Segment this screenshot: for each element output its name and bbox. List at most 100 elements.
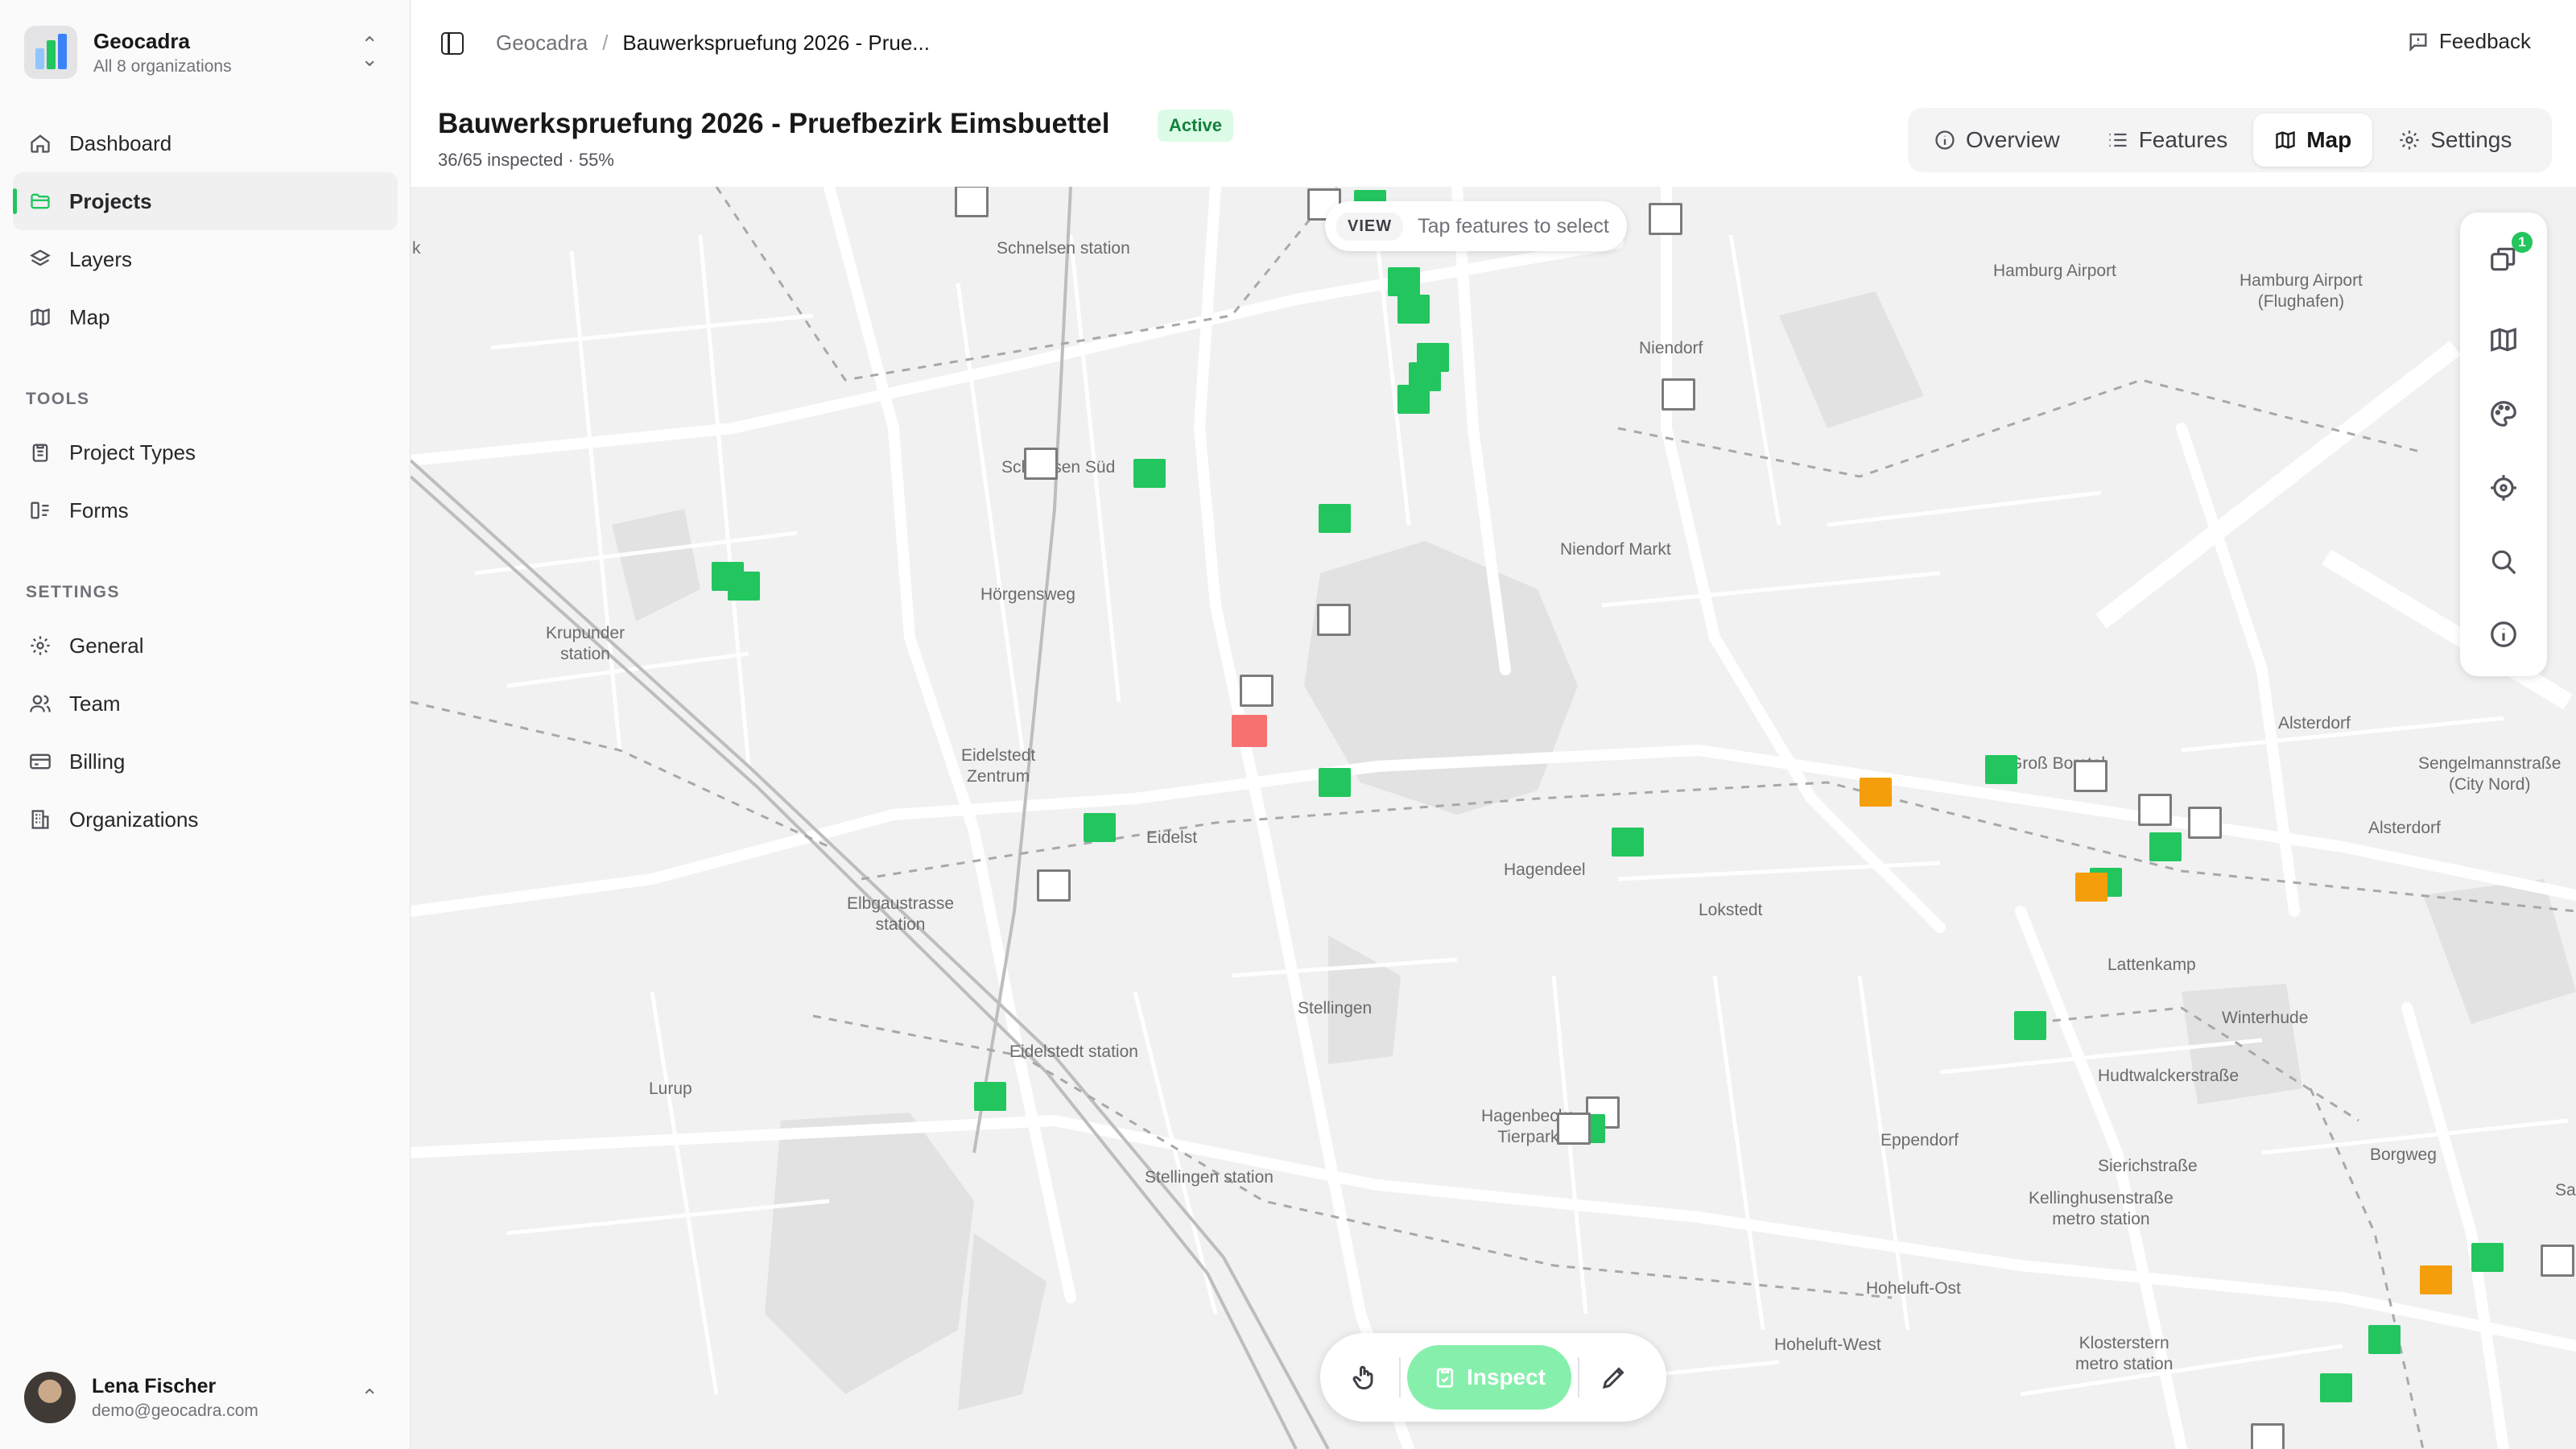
sidebar-item-dashboard[interactable]: Dashboard bbox=[13, 114, 398, 172]
feature-marker-pending[interactable] bbox=[1317, 604, 1351, 636]
feature-marker-inspected[interactable] bbox=[1397, 295, 1430, 324]
tab-map[interactable]: Map bbox=[2253, 114, 2373, 167]
place-label: Borgweg bbox=[2370, 1146, 2437, 1164]
feature-marker-inspected[interactable] bbox=[1319, 504, 1351, 533]
chevron-up-icon[interactable]: ⌃ bbox=[361, 1385, 378, 1410]
place-label: Sengelmannstraße (City Nord) bbox=[2418, 754, 2562, 794]
sidebar-item-project-types[interactable]: Project Types bbox=[13, 423, 398, 481]
feature-marker-pending[interactable] bbox=[1240, 675, 1274, 707]
feature-marker-inspected[interactable] bbox=[2014, 1011, 2046, 1040]
feature-marker-inspected[interactable] bbox=[1388, 267, 1420, 296]
inspect-button[interactable]: Inspect bbox=[1407, 1345, 1571, 1410]
status-badge: Active bbox=[1158, 109, 1234, 142]
info-button[interactable] bbox=[2484, 615, 2523, 654]
tab-features[interactable]: Features bbox=[2086, 114, 2249, 167]
card-icon bbox=[27, 749, 53, 774]
pan-tool-button[interactable] bbox=[1336, 1349, 1393, 1406]
feature-marker-inspected[interactable] bbox=[2320, 1373, 2352, 1402]
feature-marker-inspected[interactable] bbox=[1985, 755, 2017, 784]
sidebar-item-label: Map bbox=[69, 304, 110, 329]
tab-settings[interactable]: Settings bbox=[2377, 114, 2533, 167]
tab-overview[interactable]: Overview bbox=[1913, 114, 2081, 167]
place-label: Niendorf Markt bbox=[1560, 540, 1671, 559]
feature-marker-inspected[interactable] bbox=[974, 1082, 1006, 1111]
map-icon bbox=[2491, 328, 2516, 352]
sidebar-toggle-icon[interactable] bbox=[441, 32, 464, 55]
user-menu[interactable]: Lena Fischer demo@geocadra.com ⌃ bbox=[24, 1365, 386, 1430]
place-label: Eppendorf bbox=[1880, 1131, 1959, 1150]
place-label: Hörgensweg bbox=[980, 585, 1075, 604]
feature-marker-failed[interactable] bbox=[1232, 715, 1267, 747]
breadcrumb-root[interactable]: Geocadra bbox=[496, 31, 588, 56]
sidebar-item-label: Dashboard bbox=[69, 130, 172, 155]
breadcrumb: Geocadra / Bauwerkspruefung 2026 - Prue.… bbox=[496, 31, 930, 56]
place-label: Hamburg Airport (Flughafen) bbox=[2240, 271, 2363, 311]
chevron-up-down-icon[interactable]: ⌃ ⌄ bbox=[361, 34, 378, 69]
search-button[interactable] bbox=[2484, 543, 2523, 581]
feature-marker-pending[interactable] bbox=[1024, 448, 1058, 480]
place-label: Sierichstraße bbox=[2098, 1157, 2198, 1175]
feature-marker-issue[interactable] bbox=[1860, 778, 1892, 807]
breadcrumb-separator: / bbox=[602, 31, 609, 55]
feature-marker-pending[interactable] bbox=[2251, 1423, 2285, 1449]
feature-marker-inspected[interactable] bbox=[1319, 768, 1351, 797]
map-icon bbox=[27, 304, 53, 330]
basemap-button[interactable] bbox=[2484, 320, 2523, 359]
sidebar-item-team[interactable]: Team bbox=[13, 675, 398, 733]
map-mode-indicator: VIEW Tap features to select bbox=[1325, 201, 1627, 251]
feature-marker-inspected[interactable] bbox=[2471, 1243, 2504, 1272]
feature-marker-inspected[interactable] bbox=[1133, 459, 1166, 488]
settings-nav: General Team Billing Organizations bbox=[13, 617, 398, 848]
sidebar-item-label: Projects bbox=[69, 188, 152, 213]
feature-marker-issue[interactable] bbox=[2075, 873, 2107, 902]
feature-marker-pending[interactable] bbox=[2138, 794, 2172, 826]
org-logo bbox=[24, 26, 77, 79]
feature-marker-inspected[interactable] bbox=[728, 572, 760, 601]
folder-icon bbox=[27, 188, 53, 214]
building-icon bbox=[27, 807, 53, 832]
feature-marker-pending[interactable] bbox=[2074, 760, 2107, 792]
settings-section-label: SETTINGS bbox=[26, 583, 121, 601]
sidebar-item-label: Project Types bbox=[69, 440, 196, 464]
feature-marker-inspected[interactable] bbox=[1084, 813, 1116, 842]
place-label: Eidelst bbox=[1146, 828, 1198, 847]
hand-pointer-icon bbox=[1352, 1365, 1373, 1389]
gear-icon bbox=[27, 633, 53, 658]
sidebar-item-billing[interactable]: Billing bbox=[13, 733, 398, 791]
feature-marker-issue[interactable] bbox=[2420, 1265, 2452, 1294]
feature-marker-inspected[interactable] bbox=[2149, 832, 2182, 861]
sidebar-item-forms[interactable]: Forms bbox=[13, 481, 398, 539]
sidebar: Geocadra All 8 organizations ⌃ ⌄ Dashboar… bbox=[0, 0, 411, 1449]
top-bar: Geocadra / Bauwerkspruefung 2026 - Prue.… bbox=[411, 0, 2576, 89]
list-icon bbox=[2109, 133, 2127, 147]
place-label: Lokstedt bbox=[1699, 901, 1763, 919]
feature-marker-pending[interactable] bbox=[2188, 807, 2222, 839]
pencil-icon bbox=[1602, 1367, 1624, 1389]
feature-marker-pending[interactable] bbox=[1037, 869, 1071, 902]
feature-marker-inspected[interactable] bbox=[2368, 1325, 2401, 1354]
sidebar-item-layers[interactable]: Layers bbox=[13, 230, 398, 288]
feature-marker-pending[interactable] bbox=[2541, 1245, 2574, 1277]
map-canvas[interactable]: k Schnelsen station Hamburg Airport Hamb… bbox=[411, 187, 2576, 1449]
locate-button[interactable] bbox=[2484, 469, 2523, 507]
sidebar-item-organizations[interactable]: Organizations bbox=[13, 791, 398, 848]
org-subtitle: All 8 organizations bbox=[93, 56, 232, 76]
feature-marker-pending[interactable] bbox=[955, 187, 989, 217]
edit-tool-button[interactable] bbox=[1586, 1349, 1642, 1406]
org-switcher[interactable]: Geocadra All 8 organizations ⌃ ⌄ bbox=[24, 24, 386, 80]
tab-label: Map bbox=[2306, 127, 2352, 152]
sidebar-item-projects[interactable]: Projects bbox=[13, 172, 398, 230]
sidebar-item-general[interactable]: General bbox=[13, 617, 398, 675]
feedback-button[interactable]: Feedback bbox=[2407, 29, 2531, 54]
feature-marker-inspected[interactable] bbox=[1397, 385, 1430, 414]
search-icon bbox=[2491, 550, 2516, 575]
feature-marker-pending[interactable] bbox=[1649, 203, 1682, 235]
feature-marker-inspected[interactable] bbox=[1612, 828, 1644, 857]
tools-section-label: TOOLS bbox=[26, 390, 90, 408]
style-button[interactable] bbox=[2484, 394, 2523, 433]
sidebar-item-map[interactable]: Map bbox=[13, 288, 398, 346]
feature-marker-pending[interactable] bbox=[1662, 378, 1695, 411]
layers-button[interactable]: 1 bbox=[2484, 232, 2533, 279]
feedback-label: Feedback bbox=[2438, 29, 2531, 53]
feature-marker-pending[interactable] bbox=[1557, 1113, 1591, 1145]
